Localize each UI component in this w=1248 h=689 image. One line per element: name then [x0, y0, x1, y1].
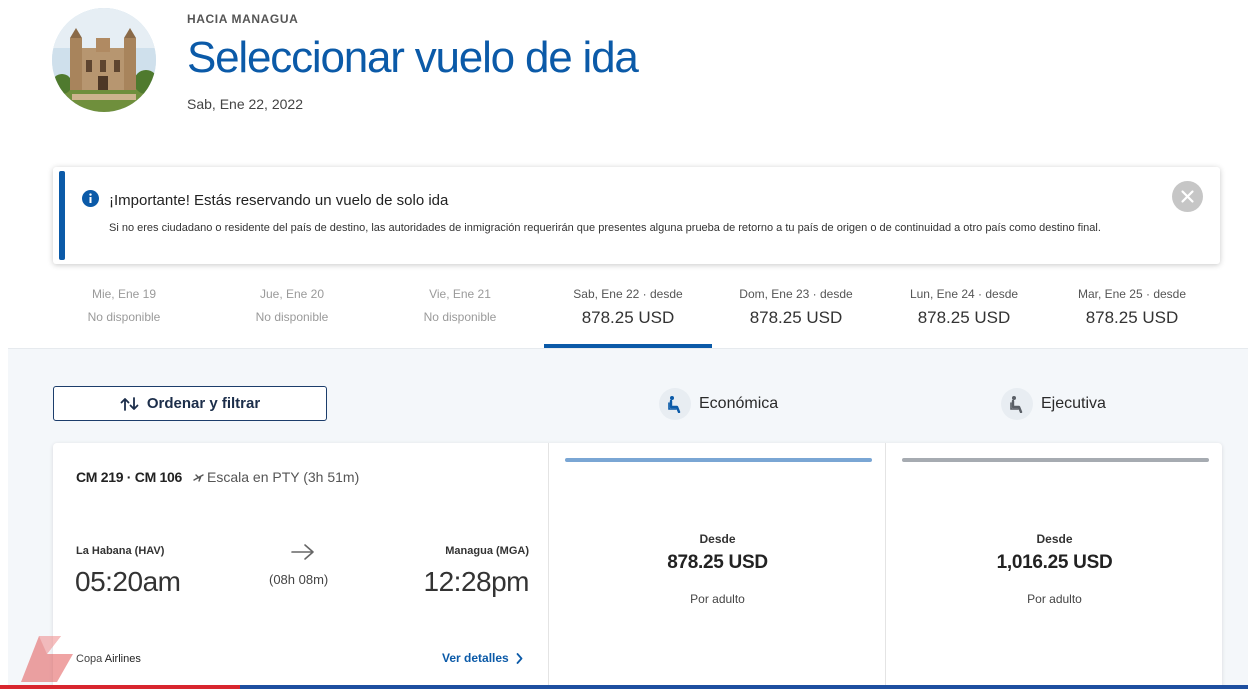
bottom-strip-blue — [240, 685, 1248, 689]
departure-time: 05:20am — [75, 566, 181, 597]
airline-name: Copa Airlines — [76, 653, 141, 665]
cabin-header-business: Ejecutiva — [1001, 388, 1106, 420]
flight-numbers: CM 219 · CM 106 — [76, 469, 182, 485]
date-tab-label: Mar, Ene 25 · desde — [1077, 287, 1187, 301]
date-tab-label: Lun, Ene 24 · desde — [909, 287, 1019, 301]
info-icon — [82, 190, 99, 207]
bottom-color-strip — [0, 685, 1248, 689]
airline-name-suffix: Airlines — [104, 653, 141, 665]
flight-info: CM 219 · CM 106 Escala en PTY (3h 51m) L… — [53, 443, 549, 689]
date-tab-label: Mie, Ene 19 — [91, 287, 157, 301]
fare-price-economy: 878.25 USD — [667, 552, 768, 573]
fare-option-economy[interactable]: Desde 878.25 USD Por adulto — [550, 443, 886, 689]
seat-icon — [659, 388, 691, 420]
date-tab-jue-ene-20[interactable]: Jue, Ene 20 No disponible — [208, 278, 376, 348]
chevron-right-icon — [516, 652, 523, 664]
date-tab-price: No disponible — [423, 310, 497, 324]
cabin-label-economy: Económica — [699, 395, 779, 412]
date-tab-lun-ene-24[interactable]: Lun, Ene 24 · desde 878.25 USD — [880, 278, 1048, 348]
date-tab-label: Jue, Ene 20 — [259, 287, 325, 301]
arrival-time: 12:28pm — [423, 566, 530, 597]
date-tab-mie-ene-19[interactable]: Mie, Ene 19 No disponible — [40, 278, 208, 348]
sort-arrows-icon — [120, 396, 139, 411]
fare-bar-economy — [565, 458, 872, 462]
date-selector: Mie, Ene 19 No disponible Jue, Ene 20 No… — [40, 278, 1225, 348]
date-tab-mar-ene-25[interactable]: Mar, Ene 25 · desde 878.25 USD — [1048, 278, 1216, 348]
page-date: Sab, Ene 22, 2022 — [187, 96, 303, 112]
date-tab-price: 878.25 USD — [917, 308, 1011, 327]
cabin-header-economy: Económica — [659, 388, 778, 420]
cabin-label-business: Ejecutiva — [1041, 395, 1106, 412]
date-tab-price: 878.25 USD — [581, 308, 675, 327]
destination-photo — [52, 8, 156, 112]
close-alert-button[interactable] — [1172, 181, 1203, 212]
fare-per-adult: Por adulto — [1027, 592, 1082, 606]
date-tab-price: 878.25 USD — [749, 308, 843, 327]
one-way-alert: ¡Importante! Estás reservando un vuelo d… — [53, 167, 1220, 264]
origin-city: La Habana (HAV) — [76, 545, 165, 557]
fare-from-label: Desde — [699, 532, 736, 546]
page-title: Seleccionar vuelo de ida — [187, 33, 639, 82]
alert-body: Si no eres ciudadano o residente del paí… — [109, 222, 1101, 234]
page-header: HACIA MANAGUA Seleccionar vuelo de ida S… — [187, 12, 639, 112]
seat-icon — [1001, 388, 1033, 420]
sort-filter-label: Ordenar y filtrar — [146, 395, 261, 412]
stop-text: Escala en PTY (3h 51m) — [207, 469, 360, 485]
fare-from-label: Desde — [1036, 532, 1073, 546]
flight-card: CM 219 · CM 106 Escala en PTY (3h 51m) L… — [53, 443, 1222, 689]
close-icon — [1181, 190, 1194, 203]
flight-duration: (08h 08m) — [269, 572, 329, 587]
view-details-link[interactable]: Ver detalles — [442, 651, 523, 665]
view-details-label: Ver detalles — [442, 651, 509, 665]
date-tab-dom-ene-23[interactable]: Dom, Ene 23 · desde 878.25 USD — [712, 278, 880, 348]
watermark-logo — [21, 636, 73, 682]
fare-price-business: 1,016.25 USD — [996, 552, 1113, 573]
sort-filter-button[interactable]: Ordenar y filtrar — [53, 386, 327, 421]
airline-name-prefix: Copa — [76, 653, 105, 665]
date-tab-label: Dom, Ene 23 · desde — [739, 287, 853, 301]
destination-eyebrow: HACIA MANAGUA — [187, 12, 299, 26]
fare-option-business[interactable]: Desde 1,016.25 USD Por adulto — [887, 443, 1222, 689]
date-tab-label: Sab, Ene 22 · desde — [573, 287, 683, 301]
date-tab-vie-ene-21[interactable]: Vie, Ene 21 No disponible — [376, 278, 544, 348]
date-tab-price: No disponible — [87, 310, 161, 324]
stop-info: Escala en PTY (3h 51m) — [193, 469, 359, 485]
alert-title: ¡Importante! Estás reservando un vuelo d… — [109, 192, 449, 209]
bottom-strip-red — [0, 685, 240, 689]
date-tab-price: No disponible — [255, 310, 329, 324]
alert-accent-bar — [59, 171, 65, 260]
fare-bar-business — [902, 458, 1209, 462]
date-tab-label: Vie, Ene 21 — [429, 287, 491, 301]
date-tab-price: 878.25 USD — [1085, 308, 1179, 327]
destination-city: Managua (MGA) — [445, 545, 529, 557]
plane-icon — [193, 473, 204, 482]
fare-per-adult: Por adulto — [690, 592, 745, 606]
date-tab-sab-ene-22[interactable]: Sab, Ene 22 · desde 878.25 USD — [544, 278, 712, 348]
arrow-right-icon — [291, 544, 314, 560]
